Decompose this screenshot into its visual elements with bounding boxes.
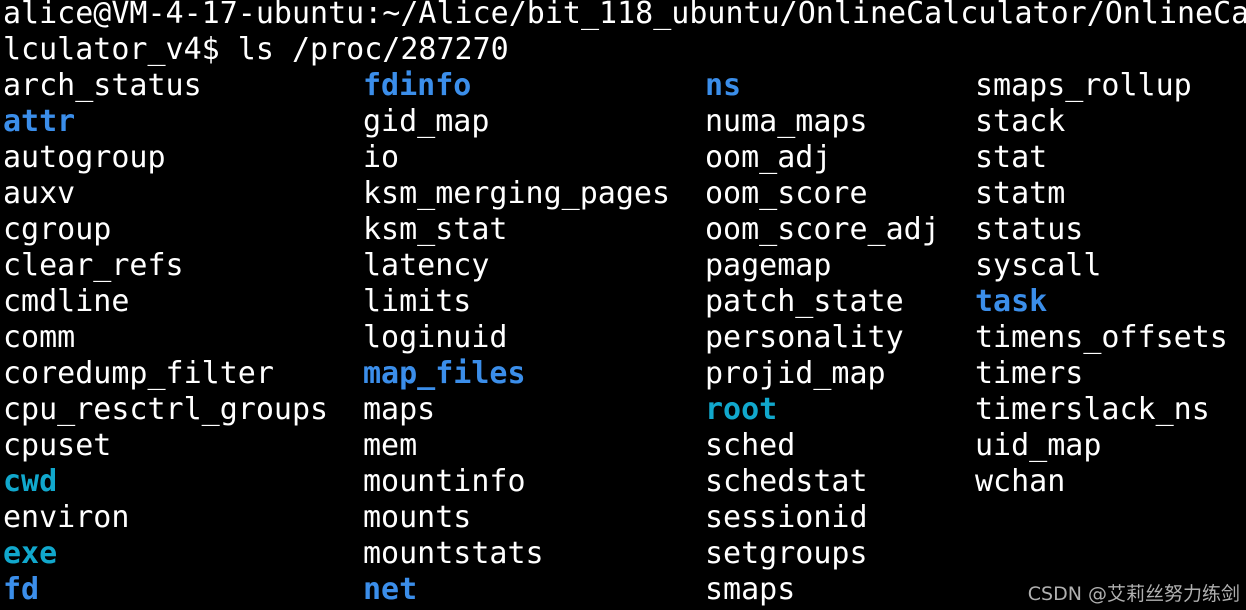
entry-file-oom-score-adj: oom_score_adj [705,212,940,247]
entry-dir-attr: attr [3,104,76,139]
listing-row: environ mounts sessionid [3,500,1246,536]
prompt-line-1: alice@VM-4-17-ubuntu:~/Alice/bit_118_ubu… [3,0,1246,31]
entry-file-mem: mem [363,428,418,463]
listing-row: clear_refs latency pagemap syscall [3,248,1246,284]
entry-file-environ: environ [3,500,130,535]
listing-row: cgroup ksm_stat oom_score_adj status [3,212,1246,248]
entry-file-uid-map: uid_map [975,428,1102,463]
listing-row: coredump_filter map_files projid_map timers [3,356,1246,392]
entry-file-statm: statm [975,176,1066,211]
entry-file-auxv: auxv [3,176,76,211]
csdn-watermark: CSDN @艾莉丝努力练剑 [1027,583,1240,605]
entry-file-mountstats: mountstats [363,536,544,571]
listing-row: cwd mountinfo schedstat wchan [3,464,1246,500]
entry-file-ksm-merging-pages: ksm_merging_pages [363,176,671,211]
entry-file-schedstat: schedstat [705,464,868,499]
entry-dir-task: task [975,284,1048,319]
listing-row: cpu_resctrl_groups maps root timerslack_ns [3,392,1246,428]
terminal-window[interactable]: alice@VM-4-17-ubuntu:~/Alice/bit_118_ubu… [3,0,1246,610]
listing-row: exe mountstats setgroups [3,536,1246,572]
entry-dir-net: net [363,572,418,607]
listing-row: cpuset mem sched uid_map [3,428,1246,464]
listing-row: comm loginuid personality timens_offsets [3,320,1246,356]
entry-file-loginuid: loginuid [363,320,508,355]
entry-file-setgroups: setgroups [705,536,868,571]
entry-file-patch-state: patch_state [705,284,904,319]
entry-file-personality: personality [705,320,904,355]
entry-file-io: io [363,140,400,175]
entry-file-syscall: syscall [975,248,1102,283]
entry-file-ksm-stat: ksm_stat [363,212,508,247]
entry-file-smaps: smaps [705,572,796,607]
entry-file-oom-adj: oom_adj [705,140,832,175]
entry-dir-fd: fd [3,572,40,607]
entry-file-arch-status: arch_status [3,68,202,103]
entry-file-mounts: mounts [363,500,472,535]
entry-file-projid-map: projid_map [705,356,886,391]
listing-row: auxv ksm_merging_pages oom_score statm [3,176,1246,212]
entry-file-wchan: wchan [975,464,1066,499]
entry-file-oom-score: oom_score [705,176,868,211]
entry-file-timers: timers [975,356,1084,391]
listing-row: autogroup io oom_adj stat [3,140,1246,176]
entry-file-stat: stat [975,140,1048,175]
listing-row: attr gid_map numa_maps stack [3,104,1246,140]
entry-file-status: status [975,212,1084,247]
entry-file-cpu-resctrl-groups: cpu_resctrl_groups [3,392,329,427]
prompt-line-2: lculator_v4$ ls /proc/287270 [3,32,509,67]
entry-dir-map-files: map_files [363,356,526,391]
entry-dir-fdinfo: fdinfo [363,68,472,103]
entry-file-cpuset: cpuset [3,428,112,463]
entry-file-maps: maps [363,392,436,427]
entry-file-sessionid: sessionid [705,500,868,535]
entry-file-comm: comm [3,320,76,355]
entry-link-cwd: cwd [3,464,58,499]
entry-file-autogroup: autogroup [3,140,166,175]
entry-file-pagemap: pagemap [705,248,832,283]
entry-file-cmdline: cmdline [3,284,130,319]
entry-file-stack: stack [975,104,1066,139]
entry-file-latency: latency [363,248,490,283]
entry-file-mountinfo: mountinfo [363,464,526,499]
entry-file-smaps-rollup: smaps_rollup [975,68,1192,103]
entry-file-cgroup: cgroup [3,212,112,247]
listing-row: arch_status fdinfo ns smaps_rollup [3,68,1246,104]
entry-file-timens-offsets: timens_offsets [975,320,1228,355]
entry-link-root: root [705,392,778,427]
entry-file-timerslack-ns: timerslack_ns [975,392,1210,427]
entry-file-sched: sched [705,428,796,463]
entry-file-limits: limits [363,284,472,319]
entry-file-numa-maps: numa_maps [705,104,868,139]
entry-file-coredump-filter: coredump_filter [3,356,274,391]
entry-link-exe: exe [3,536,58,571]
entry-file-gid-map: gid_map [363,104,490,139]
entry-dir-ns: ns [705,68,742,103]
entry-file-clear-refs: clear_refs [3,248,184,283]
listing-row: cmdline limits patch_state task [3,284,1246,320]
